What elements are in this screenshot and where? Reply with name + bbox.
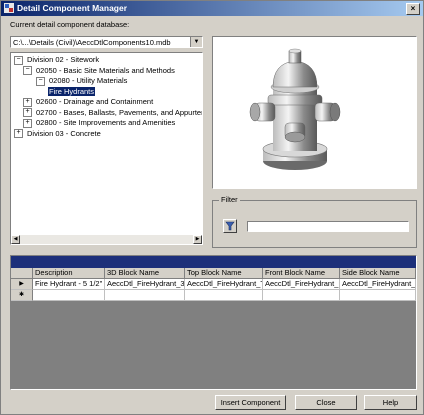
expand-icon[interactable]: + [23,97,32,107]
tree-item[interactable]: −02050 - Basic Site Materials and Method… [23,66,176,76]
table-cell[interactable]: AeccDtl_FireHydrant_S [340,279,416,290]
expand-icon[interactable]: + [23,118,32,128]
column-header-side-block[interactable]: Side Block Name [340,268,416,279]
dialog-window: Detail Component Manager × Current detai… [0,0,424,415]
tree-item[interactable]: − Division 02 - Sitework [14,55,100,65]
fire-hydrant-image [249,48,341,170]
filter-button[interactable] [223,219,237,233]
database-value: C:\...\Details (Civil)\AeccDtlComponents… [13,38,171,47]
table-cell[interactable] [105,290,185,301]
database-label: Current detail component database: [10,20,130,29]
column-header-front-block[interactable]: Front Block Name [263,268,340,279]
tree-item-label: 02080 - Utility Materials [49,76,128,85]
table-cell[interactable]: AeccDtl_FireHydrant_F [263,279,340,290]
table-cell[interactable]: AeccDtl_FireHydrant_3D [105,279,185,290]
tree-item[interactable]: Fire Hydrants [48,86,96,97]
table-row[interactable]: ✱ [11,290,416,301]
collapse-icon[interactable]: − [36,76,45,86]
table-cell[interactable]: AeccDtl_FireHydrant_T [185,279,263,290]
tree-horizontal-scrollbar[interactable]: ◀ ▶ [11,235,202,244]
table-cell[interactable] [340,290,416,301]
tree-item-label: 02600 - Drainage and Containment [36,97,154,106]
scroll-left-icon[interactable]: ◀ [11,235,20,244]
row-marker[interactable]: ▶ [11,279,33,290]
tree-item-label: 02700 - Bases, Ballasts, Pavements, and … [36,107,203,117]
row-marker[interactable]: ✱ [11,290,33,301]
chevron-down-icon[interactable]: ▼ [190,37,202,47]
tree-item[interactable]: + Division 03 - Concrete [14,129,102,139]
component-preview [212,36,417,189]
insert-component-button[interactable]: Insert Component [215,395,286,410]
collapse-icon[interactable]: − [14,55,23,65]
funnel-icon [225,221,235,231]
tree-item[interactable]: +02800 - Site Improvements and Amenities [23,118,176,128]
close-button[interactable]: Close [295,395,357,410]
app-icon [4,3,14,13]
tree-item-label: Fire Hydrants [48,86,96,96]
table-row[interactable]: ▶ Fire Hydrant - 5 1/2" AeccDtl_FireHydran… [11,279,416,290]
collapse-icon[interactable]: − [23,66,32,76]
tree-item[interactable]: +02600 - Drainage and Containment [23,97,154,107]
window-title: Detail Component Manager [17,3,128,13]
component-tree[interactable]: − Division 02 - Sitework −02050 - Basic Si… [10,52,203,245]
table-cell[interactable] [263,290,340,301]
tree-item[interactable]: −02080 - Utility Materials [36,76,128,86]
row-header-corner [11,268,33,279]
table-cell[interactable] [33,290,105,301]
tree-item-label: Division 03 - Concrete [27,128,101,138]
help-button[interactable]: Help [364,395,417,410]
tree-item[interactable]: +02700 - Bases, Ballasts, Pavements, and… [23,107,203,118]
table-cell[interactable] [185,290,263,301]
component-grid[interactable]: Description 3D Block Name Top Block Name… [10,255,417,390]
grid-header: Description 3D Block Name Top Block Name… [11,268,416,279]
column-header-description[interactable]: Description [33,268,105,279]
column-header-3d-block[interactable]: 3D Block Name [105,268,185,279]
filter-input[interactable] [247,221,409,232]
close-window-button[interactable]: × [406,3,420,15]
table-cell[interactable]: Fire Hydrant - 5 1/2" [33,279,105,290]
filter-group: Filter [212,195,417,248]
database-select[interactable]: C:\...\Details (Civil)\AeccDtlComponents… [10,36,203,48]
close-icon: × [410,4,416,13]
scroll-right-icon[interactable]: ▶ [193,235,202,244]
tree-item-label: 02050 - Basic Site Materials and Methods [36,65,175,75]
tree-item-label: Division 02 - Sitework [27,55,100,64]
filter-label: Filter [219,195,240,204]
expand-icon[interactable]: + [23,108,32,118]
title-bar[interactable]: Detail Component Manager × [1,1,423,16]
grid-caption-bar [11,256,416,268]
tree-item-label: 02800 - Site Improvements and Amenities [36,118,176,127]
column-header-top-block[interactable]: Top Block Name [185,268,263,279]
expand-icon[interactable]: + [14,129,23,139]
